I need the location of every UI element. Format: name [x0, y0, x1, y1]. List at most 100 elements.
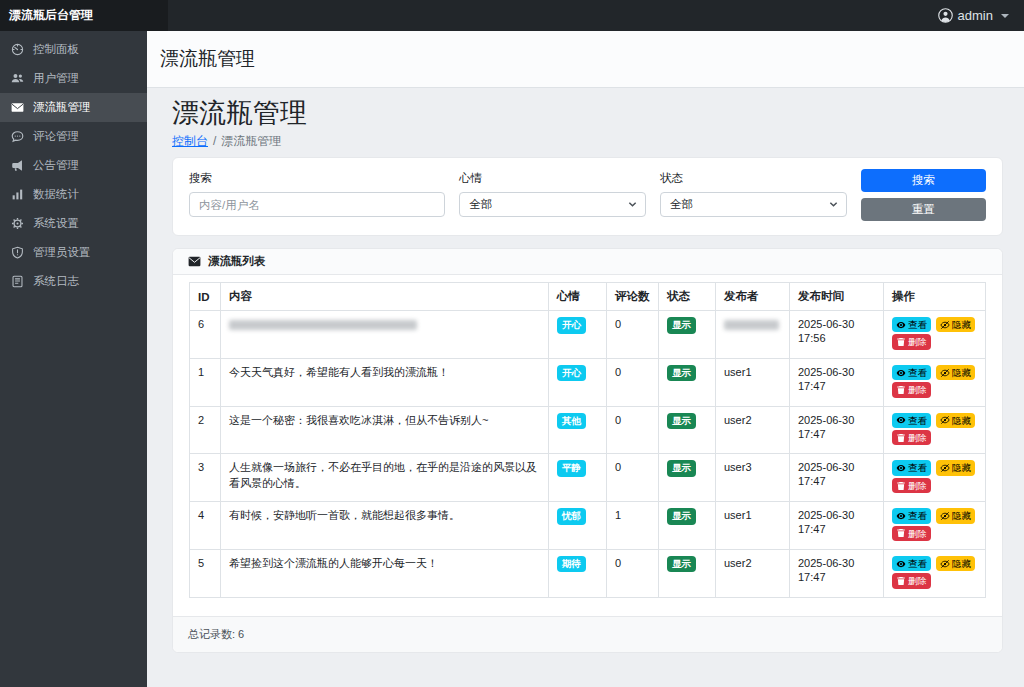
cell-comments: 0 — [607, 406, 659, 454]
hide-button[interactable]: 隐藏 — [936, 556, 975, 571]
sidebar-item-label: 系统设置 — [33, 216, 79, 231]
mood-badge: 其他 — [557, 413, 586, 429]
search-panel: 搜索 心情 全部 状态 全部 — [172, 157, 1003, 236]
cell-status: 显示 — [659, 502, 716, 550]
cell-mood: 平静 — [549, 454, 607, 502]
sidebar-item-4[interactable]: 评论管理 — [0, 122, 147, 151]
cell-mood: 期待 — [549, 549, 607, 597]
chart-icon — [11, 188, 24, 201]
status-badge: 显示 — [667, 508, 696, 524]
hide-button[interactable]: 隐藏 — [936, 317, 975, 332]
delete-button[interactable]: 删除 — [892, 334, 931, 349]
cell-time: 2025-06-3017:47 — [790, 454, 884, 502]
view-button[interactable]: 查看 — [892, 460, 931, 475]
cell-comments: 0 — [607, 311, 659, 359]
cell-content: 人生就像一场旅行，不必在乎目的地，在乎的是沿途的风景以及看风景的心情。 — [221, 454, 549, 502]
eye-slash-icon — [940, 463, 950, 473]
delete-button[interactable]: 删除 — [892, 526, 931, 541]
hide-button[interactable]: 隐藏 — [936, 460, 975, 475]
sidebar-item-7[interactable]: 系统设置 — [0, 209, 147, 238]
delete-button[interactable]: 删除 — [892, 430, 931, 445]
person-circle-icon — [938, 8, 953, 23]
comment-icon — [11, 130, 24, 143]
eye-icon — [896, 368, 906, 378]
cell-publisher — [716, 311, 790, 359]
view-button[interactable]: 查看 — [892, 413, 931, 428]
cell-time: 2025-06-3017:47 — [790, 549, 884, 597]
hide-button[interactable]: 隐藏 — [936, 413, 975, 428]
sidebar-item-9[interactable]: 系统日志 — [0, 267, 147, 296]
mood-select[interactable]: 全部 — [459, 192, 646, 217]
sidebar-item-label: 控制面板 — [33, 42, 79, 57]
table-row: 4有时候，安静地听一首歌，就能想起很多事情。忧郁 1 显示 user12025-06-… — [190, 502, 986, 550]
user-menu[interactable]: admin — [938, 8, 1024, 23]
sidebar-item-8[interactable]: 管理员设置 — [0, 238, 147, 267]
table-row: 6开心0显示2025-06-3017:56查看隐藏删除 — [190, 311, 986, 359]
cell-id: 6 — [190, 311, 221, 359]
cell-publisher: user2 — [716, 406, 790, 454]
cell-content: 有时候，安静地听一首歌，就能想起很多事情。 — [221, 502, 549, 550]
cell-publisher: user1 — [716, 358, 790, 406]
bottle-table-body: 6开心0显示2025-06-3017:56查看隐藏删除1今天天气真好，希望能有人… — [190, 311, 986, 598]
eye-icon — [896, 511, 906, 521]
reset-button[interactable]: 重置 — [861, 198, 986, 221]
cell-comments: 1 — [607, 502, 659, 550]
cell-id: 4 — [190, 502, 221, 550]
table-row: 3人生就像一场旅行，不必在乎目的地，在乎的是沿途的风景以及看风景的心情。平静0显… — [190, 454, 986, 502]
column-header: 评论数 — [607, 283, 659, 311]
page-header-bar: 漂流瓶管理 — [147, 31, 1024, 88]
trash-icon — [896, 481, 906, 491]
sidebar-item-label: 公告管理 — [33, 158, 79, 173]
delete-button[interactable]: 删除 — [892, 382, 931, 397]
cell-status: 显示 — [659, 549, 716, 597]
cell-time: 2025-06-3017:47 — [790, 406, 884, 454]
search-button[interactable]: 搜索 — [861, 169, 986, 192]
envelope-icon — [11, 102, 24, 113]
sidebar-item-2[interactable]: 用户管理 — [0, 64, 147, 93]
cell-content: 这是一个秘密：我很喜欢吃冰淇淋，但从不告诉别人~ — [221, 406, 549, 454]
redacted-publisher — [724, 320, 779, 330]
cell-content — [221, 311, 549, 359]
sidebar-item-label: 漂流瓶管理 — [33, 100, 91, 115]
column-header: 内容 — [221, 283, 549, 311]
sidebar-item-3[interactable]: 漂流瓶管理 — [0, 93, 147, 122]
app-brand: 漂流瓶后台管理 — [0, 0, 168, 31]
status-select[interactable]: 全部 — [660, 192, 847, 217]
cell-time: 2025-06-3017:47 — [790, 502, 884, 550]
bottle-list-title: 漂流瓶列表 — [208, 254, 266, 269]
hide-button[interactable]: 隐藏 — [936, 508, 975, 523]
view-button[interactable]: 查看 — [892, 317, 931, 332]
search-input[interactable] — [189, 192, 445, 217]
cell-publisher: user1 — [716, 502, 790, 550]
mood-badge: 忧郁 — [557, 508, 586, 524]
sidebar-item-1[interactable]: 控制面板 — [0, 35, 147, 64]
cell-mood: 其他 — [549, 406, 607, 454]
hide-button[interactable]: 隐藏 — [936, 365, 975, 380]
status-badge: 显示 — [667, 413, 696, 429]
cell-mood: 开心 — [549, 358, 607, 406]
header-title: 漂流瓶管理 — [160, 46, 255, 72]
cell-id: 2 — [190, 406, 221, 454]
admin-icon — [11, 246, 24, 259]
breadcrumb-separator: / — [213, 134, 216, 148]
mood-badge: 开心 — [557, 365, 586, 381]
cell-comments: 0 — [607, 454, 659, 502]
view-button[interactable]: 查看 — [892, 556, 931, 571]
sidebar-item-6[interactable]: 数据统计 — [0, 180, 147, 209]
breadcrumb-home-link[interactable]: 控制台 — [172, 134, 208, 148]
topbar: 漂流瓶后台管理 admin — [0, 0, 1024, 31]
sidebar-item-5[interactable]: 公告管理 — [0, 151, 147, 180]
user-name: admin — [958, 8, 993, 23]
column-header: 发布者 — [716, 283, 790, 311]
cell-comments: 0 — [607, 358, 659, 406]
view-button[interactable]: 查看 — [892, 365, 931, 380]
cell-publisher: user3 — [716, 454, 790, 502]
sidebar-item-label: 管理员设置 — [33, 245, 91, 260]
delete-button[interactable]: 删除 — [892, 573, 931, 588]
table-header-row: ID内容心情评论数状态发布者发布时间操作 — [190, 283, 986, 311]
bottle-table: ID内容心情评论数状态发布者发布时间操作 6开心0显示2025-06-3017:… — [189, 282, 986, 598]
chevron-down-icon — [1001, 14, 1009, 18]
view-button[interactable]: 查看 — [892, 508, 931, 523]
delete-button[interactable]: 删除 — [892, 478, 931, 493]
record-count: 总记录数: 6 — [173, 616, 1002, 652]
